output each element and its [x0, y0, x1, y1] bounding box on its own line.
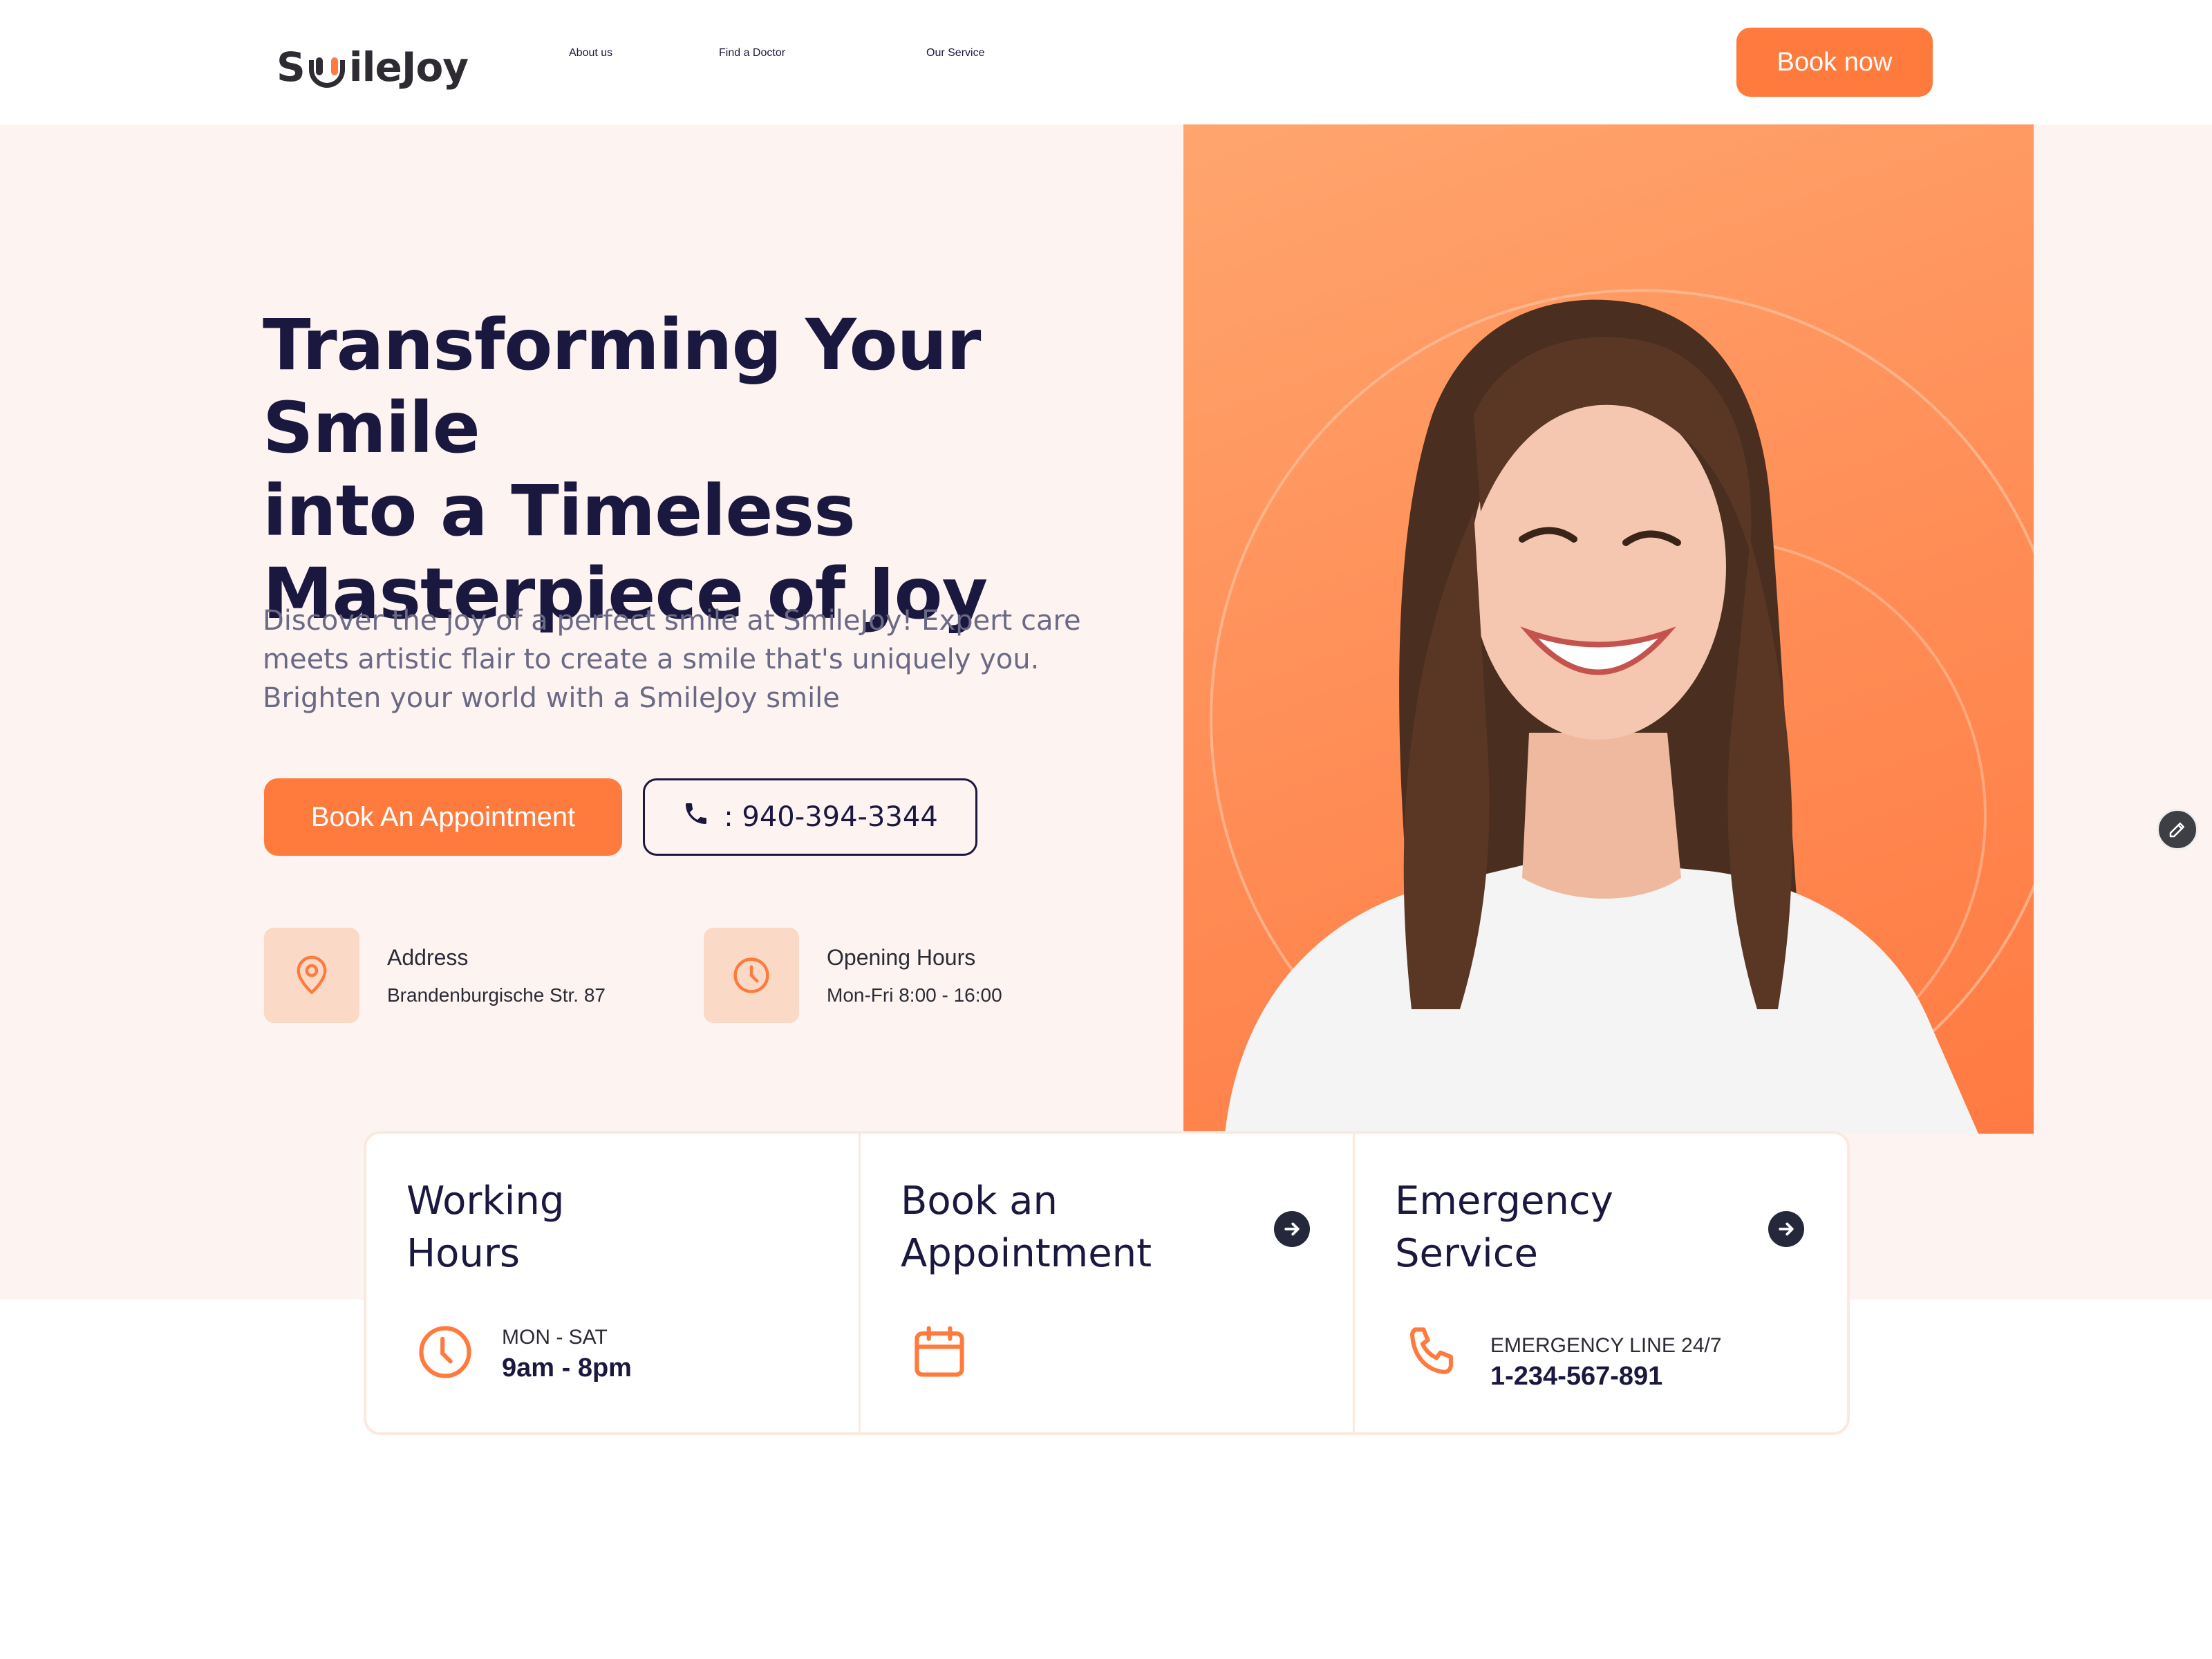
- address-label: Address: [387, 944, 469, 970]
- hero-title-line: Transforming Your Smile: [263, 304, 981, 469]
- emergency-phone-number[interactable]: 1-234-567-891: [1490, 1362, 1722, 1391]
- clock-icon: [704, 928, 799, 1023]
- opening-hours-value: Mon-Fri 8:00 - 16:00: [827, 984, 1002, 1006]
- card-title: Book an Appointment: [901, 1175, 1177, 1280]
- service-cards: Working Hours MON - SAT 9am - 8pm Book a…: [364, 1131, 1850, 1435]
- nav-our-service[interactable]: Our Service: [926, 47, 984, 59]
- pencil-icon: [2169, 823, 2184, 838]
- logo-text-suffix: ileJoy: [348, 44, 469, 91]
- card-title: Emergency Service: [1395, 1175, 1671, 1280]
- clock-icon: [419, 1326, 471, 1378]
- address-info: Address Brandenburgische Str. 87: [264, 928, 606, 1023]
- card-title: Working Hours: [406, 1175, 683, 1280]
- card-title-line: Working: [406, 1179, 565, 1224]
- book-appointment-button[interactable]: Book An Appointment: [264, 778, 622, 856]
- opening-hours-info: Opening Hours Mon-Fri 8:00 - 16:00: [704, 928, 1002, 1023]
- working-days: MON - SAT: [502, 1326, 608, 1349]
- card-title-line: Hours: [406, 1231, 521, 1276]
- emergency-service-card[interactable]: Emergency Service EMERGENCY LINE 24/7 1-…: [1355, 1134, 1847, 1432]
- card-title-line: Emergency: [1395, 1179, 1613, 1224]
- hero-title: Transforming Your Smile into a Timeless …: [263, 304, 1161, 636]
- nav-about-us[interactable]: About us: [569, 47, 612, 59]
- location-pin-icon: [264, 928, 359, 1023]
- hero-title-line: into a Timeless: [263, 470, 856, 552]
- arrow-right-icon[interactable]: [1768, 1211, 1804, 1247]
- hero-photo-smiling-woman: [1183, 124, 2034, 1134]
- arrow-right-icon[interactable]: [1274, 1211, 1310, 1247]
- phone-button[interactable]: : 940-394-3344: [643, 778, 977, 856]
- edit-pencil-button[interactable]: [2157, 809, 2198, 850]
- book-now-button[interactable]: Book now: [1736, 28, 1933, 97]
- hero-description: Discover the joy of a perfect smile at S…: [263, 605, 1081, 714]
- opening-hours-label: Opening Hours: [827, 944, 976, 970]
- book-appointment-card[interactable]: Book an Appointment: [861, 1134, 1355, 1432]
- smile-logo-icon: [306, 46, 348, 88]
- card-title-line: Appointment: [901, 1231, 1152, 1276]
- address-value: Brandenburgische Str. 87: [387, 984, 606, 1006]
- phone-icon: [682, 800, 710, 834]
- calendar-icon: [915, 1326, 964, 1377]
- smilejoy-logo[interactable]: S ileJoy: [276, 36, 469, 98]
- site-header: S ileJoy About us Find a Doctor Our Serv…: [0, 0, 2212, 124]
- phone-number: : 940-394-3344: [724, 801, 938, 833]
- nav-find-a-doctor[interactable]: Find a Doctor: [719, 47, 785, 59]
- emergency-line-label: EMERGENCY LINE 24/7: [1490, 1334, 1722, 1357]
- card-title-line: Book an: [901, 1179, 1058, 1224]
- working-hours-card: Working Hours MON - SAT 9am - 8pm: [366, 1134, 861, 1432]
- working-time: 9am - 8pm: [502, 1353, 632, 1382]
- card-title-line: Service: [1395, 1231, 1538, 1276]
- phone-icon: [1409, 1327, 1453, 1374]
- logo-text-prefix: S: [276, 44, 306, 91]
